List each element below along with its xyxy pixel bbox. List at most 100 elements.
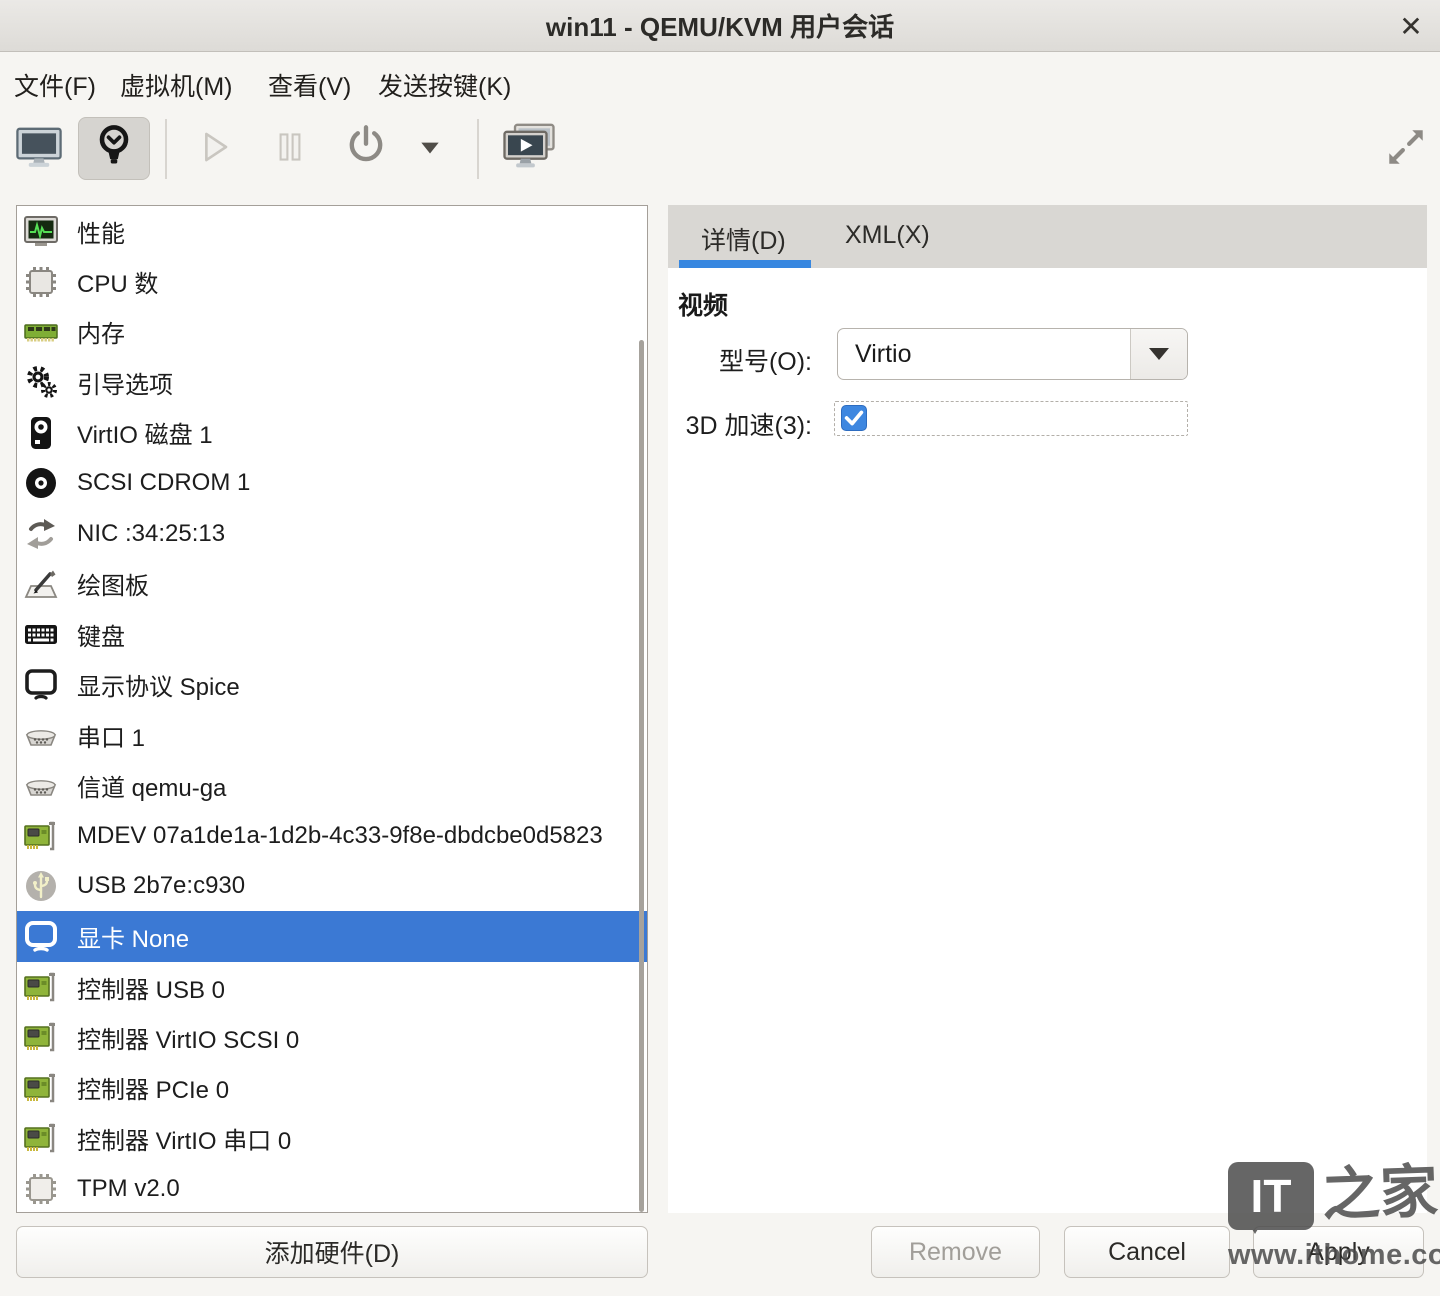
video-model-select[interactable]: Virtio	[837, 328, 1188, 380]
pause-button[interactable]	[262, 120, 318, 178]
video-model-label: 型号(O):	[668, 342, 812, 378]
accel-3d-focus-outline	[834, 401, 1188, 436]
hardware-item[interactable]: 性能	[17, 206, 647, 256]
shutdown-button[interactable]	[338, 120, 394, 178]
hardware-item-label: NIC :34:25:13	[77, 520, 225, 548]
cdrom-icon	[23, 465, 59, 501]
hardware-item[interactable]: USB 2b7e:c930	[17, 861, 647, 911]
fullscreen-button[interactable]	[1382, 124, 1430, 174]
window-title: win11 - QEMU/KVM 用户会话	[546, 7, 894, 44]
hardware-item-label: 控制器 USB 0	[77, 970, 225, 1005]
disk-icon	[23, 415, 59, 451]
menu-view[interactable]: 查看(V)	[268, 67, 351, 103]
run-button[interactable]	[186, 120, 242, 178]
menu-virtual-machine[interactable]: 虚拟机(M)	[120, 67, 232, 103]
toolbar	[0, 111, 1440, 195]
video-icon	[23, 919, 59, 955]
hardware-item-label: 串口 1	[77, 718, 145, 753]
hardware-item[interactable]: 显示协议 Spice	[17, 660, 647, 710]
toolbar-separator	[165, 119, 167, 179]
details-tabbar: 详情(D) XML(X)	[668, 205, 1427, 268]
shutdown-menu-button[interactable]	[408, 125, 452, 173]
hardware-item[interactable]: SCSI CDROM 1	[17, 458, 647, 508]
hardware-item-label: 显卡 None	[77, 919, 189, 954]
accel-3d-checkbox[interactable]	[841, 405, 867, 431]
tab-xml[interactable]: XML(X)	[845, 221, 930, 250]
cpu-icon	[23, 264, 59, 300]
pci-card-icon	[23, 1070, 59, 1106]
hardware-item[interactable]: 信道 qemu-ga	[17, 760, 647, 810]
usb-icon	[23, 868, 59, 904]
pause-icon	[267, 124, 313, 175]
hardware-list: 性能CPU 数内存引导选项 VirtIO 磁盘 1 SCSI CDROM 1 NIC …	[16, 205, 648, 1213]
accel-3d-label: 3D 加速(3):	[668, 406, 812, 442]
tablet-icon	[23, 566, 59, 602]
chevron-down-icon	[417, 134, 443, 165]
show-hardware-details-button[interactable]	[78, 117, 150, 180]
hardware-item[interactable]: 引导选项	[17, 357, 647, 407]
ithome-url: www.ithome.com	[1228, 1239, 1440, 1272]
hardware-item-label: SCSI CDROM 1	[77, 469, 250, 497]
hardware-item-label: 键盘	[77, 617, 125, 652]
remove-button[interactable]: Remove	[871, 1226, 1040, 1278]
show-hardware-details-icon	[90, 122, 138, 175]
menu-send-key[interactable]: 发送按键(K)	[378, 67, 511, 103]
hardware-item[interactable]: VirtIO 磁盘 1	[17, 408, 647, 458]
virtual-display-button[interactable]	[498, 117, 560, 181]
hardware-item-label: 控制器 VirtIO 串口 0	[77, 1121, 291, 1156]
active-tab-indicator	[679, 260, 811, 268]
tab-details[interactable]: 详情(D)	[701, 221, 786, 257]
boot-options-icon	[23, 364, 59, 400]
list-scrollbar[interactable]	[639, 340, 644, 1212]
hardware-item-label: 引导选项	[77, 365, 173, 400]
keyboard-icon	[23, 616, 59, 652]
hardware-item[interactable]: 控制器 PCIe 0	[17, 1063, 647, 1113]
serial-icon	[23, 717, 59, 753]
fullscreen-icon	[1383, 124, 1429, 175]
power-icon	[342, 123, 390, 176]
hardware-item-label: 内存	[77, 314, 125, 349]
tpm-icon	[23, 1171, 59, 1207]
console-monitor-icon	[14, 122, 64, 177]
hardware-item[interactable]: 键盘	[17, 609, 647, 659]
hardware-item[interactable]: NIC :34:25:13	[17, 508, 647, 558]
pci-card-icon	[23, 1019, 59, 1055]
hardware-item[interactable]: CPU 数	[17, 256, 647, 306]
close-icon[interactable]: ✕	[1394, 9, 1428, 43]
hardware-item-label: TPM v2.0	[77, 1175, 180, 1203]
pci-card-icon	[23, 969, 59, 1005]
hardware-item-label: 控制器 PCIe 0	[77, 1070, 229, 1105]
show-console-button[interactable]	[12, 120, 66, 178]
titlebar: win11 - QEMU/KVM 用户会话 ✕	[0, 0, 1440, 52]
cancel-button[interactable]: Cancel	[1064, 1226, 1230, 1278]
hardware-item-label: MDEV 07a1de1a-1d2b-4c33-9f8e-dbdcbe0d582…	[77, 822, 603, 850]
dropdown-arrow-button[interactable]	[1130, 329, 1187, 379]
hardware-item[interactable]: TPM v2.0	[17, 1163, 647, 1213]
add-hardware-button[interactable]: 添加硬件(D)	[16, 1226, 648, 1278]
video-section-title: 视频	[678, 286, 728, 322]
hardware-item-label: 信道 qemu-ga	[77, 768, 226, 803]
serial-icon	[23, 767, 59, 803]
hardware-item-label: 显示协议 Spice	[77, 667, 240, 702]
hardware-item[interactable]: MDEV 07a1de1a-1d2b-4c33-9f8e-dbdcbe0d582…	[17, 811, 647, 861]
hardware-item[interactable]: 控制器 VirtIO 串口 0	[17, 1113, 647, 1163]
ithome-logo-suffix: 之家	[1321, 1160, 1439, 1228]
toolbar-separator	[477, 119, 479, 179]
pci-card-icon	[23, 818, 59, 854]
memory-icon	[23, 314, 59, 350]
hardware-item[interactable]: 内存	[17, 307, 647, 357]
hardware-item[interactable]: 绘图板	[17, 559, 647, 609]
display-icon	[23, 667, 59, 703]
hardware-item[interactable]: 串口 1	[17, 710, 647, 760]
hardware-item[interactable]: 控制器 VirtIO SCSI 0	[17, 1012, 647, 1062]
hardware-item-label: 控制器 VirtIO SCSI 0	[77, 1020, 299, 1055]
video-model-value: Virtio	[838, 329, 1130, 379]
menu-file[interactable]: 文件(F)	[14, 67, 96, 103]
hardware-item-label: USB 2b7e:c930	[77, 872, 245, 900]
hardware-item[interactable]: 控制器 USB 0	[17, 962, 647, 1012]
performance-icon	[23, 213, 59, 249]
hardware-item-label: 绘图板	[77, 566, 149, 601]
play-icon	[190, 123, 238, 176]
hardware-item[interactable]: 显卡 None	[17, 911, 647, 961]
virtual-display-icon	[501, 121, 557, 178]
